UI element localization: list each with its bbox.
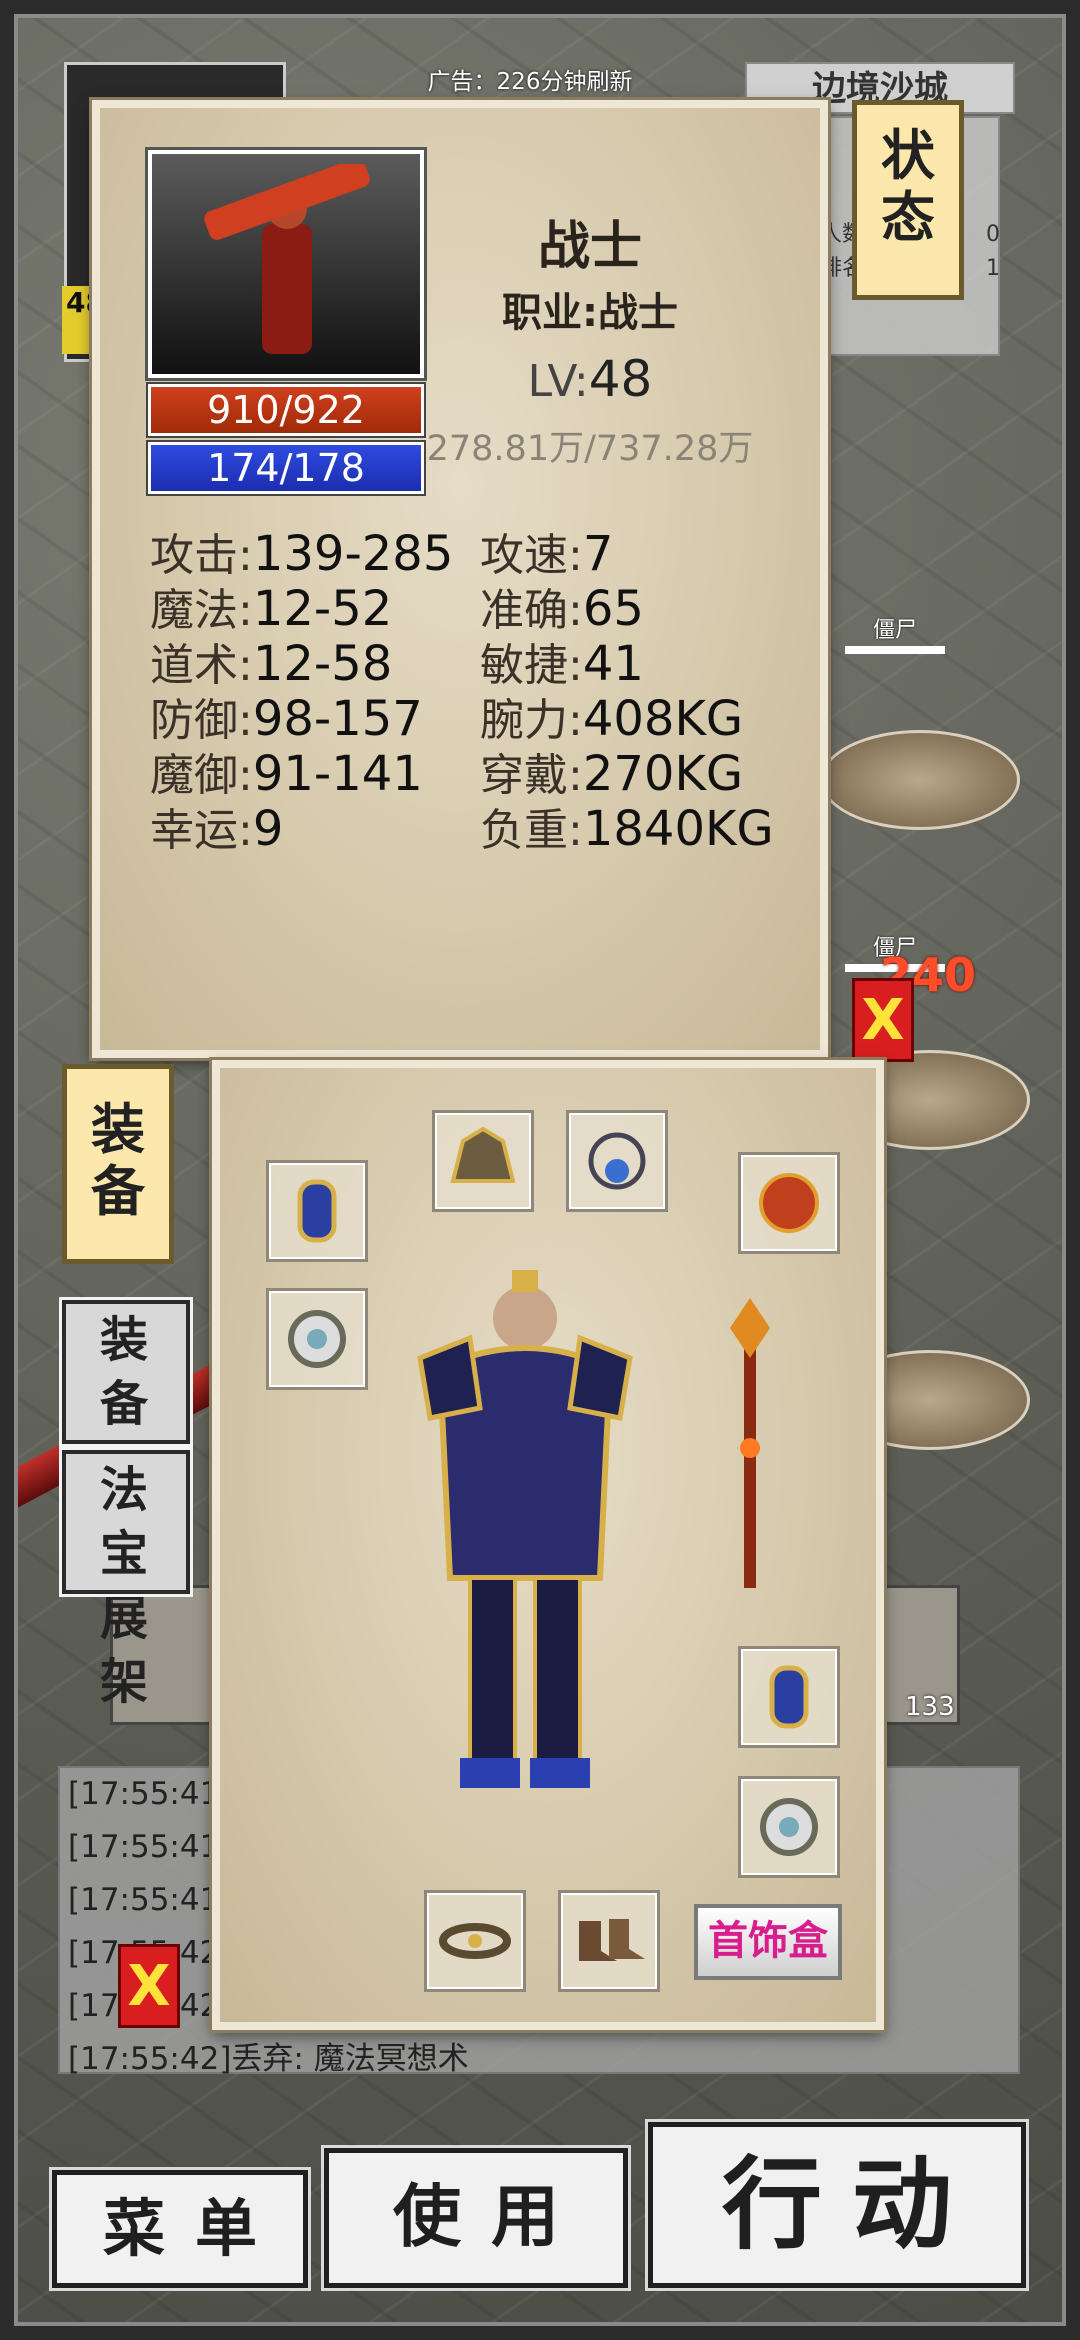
equip-slot-necklace[interactable]: [566, 1110, 668, 1212]
stat-carry-weight: 负重:1840KG: [480, 801, 774, 857]
item-quantity: 133: [905, 1692, 955, 1722]
stat-magic-defense: 魔御:91-141: [150, 746, 423, 802]
equip-slot-belt[interactable]: [424, 1890, 526, 1992]
necklace-icon: [588, 1132, 646, 1190]
equipment-panel: 首饰盒: [212, 1060, 884, 2030]
jewel-box-button[interactable]: 首饰盒: [694, 1904, 842, 1980]
use-button[interactable]: 使用: [321, 2145, 631, 2291]
stat-magic: 魔法:12-52: [150, 581, 393, 637]
stat-accuracy: 准确:65: [480, 581, 644, 637]
stat-wrist-strength: 腕力:408KG: [480, 691, 744, 747]
stat-agility: 敏捷:41: [480, 636, 644, 692]
tab-status[interactable]: 状态: [852, 100, 964, 300]
ring-icon: [288, 1310, 346, 1368]
stat-taoism: 道术:12-58: [150, 636, 393, 692]
stat-attack-speed: 攻速:7: [480, 526, 614, 582]
bracelet-icon: [769, 1665, 809, 1729]
close-icon[interactable]: X: [852, 978, 914, 1062]
treasure-showcase-button[interactable]: 法宝展架: [59, 1447, 193, 1710]
equip-slot-helmet[interactable]: [432, 1110, 534, 1212]
warrior-portrait-icon: [204, 164, 370, 354]
ad-refresh-text: 广告：226分钟刷新: [427, 69, 633, 95]
medal-icon: [759, 1173, 819, 1233]
equip-slot-bracelet-right[interactable]: [738, 1646, 840, 1748]
equip-slot-boots[interactable]: [558, 1890, 660, 1992]
bracelet-icon: [297, 1179, 337, 1243]
mob-corpse[interactable]: [820, 730, 1020, 830]
weapon-icon[interactable]: [720, 1298, 780, 1598]
character-portrait: [145, 147, 427, 381]
equip-slot-medal[interactable]: [738, 1152, 840, 1254]
log-line: [17:55:42]丢弃: 魔法冥想术: [68, 2041, 469, 2077]
equip-slot-bracelet-left[interactable]: [266, 1160, 368, 1262]
action-button[interactable]: 行动: [645, 2119, 1029, 2291]
stats-grid: 攻击:139-285 攻速:7 魔法:12-52 准确:65 道术:12-58 …: [150, 526, 810, 857]
helmet-icon: [450, 1126, 516, 1183]
tab-equipment[interactable]: 装备: [62, 1064, 174, 1264]
equip-slot-ring-left[interactable]: [266, 1288, 368, 1390]
close-icon[interactable]: X: [118, 1944, 180, 2028]
stat-defense: 防御:98-157: [150, 691, 423, 747]
character-level: LV:48: [527, 350, 653, 408]
equipment-showcase-button[interactable]: 装备展架: [59, 1297, 193, 1560]
belt-icon: [439, 1923, 511, 1959]
stat-attack: 攻击:139-285: [150, 526, 454, 582]
character-job: 职业:战士: [502, 290, 678, 336]
character-name: 战士: [537, 217, 642, 277]
hp-bar: 910/922: [146, 382, 426, 438]
character-exp: 278.81万/737.28万: [426, 429, 754, 469]
mp-bar: 174/178: [146, 440, 426, 496]
mob-name-label: 僵尸: [845, 612, 945, 654]
equip-slot-ring-right[interactable]: [738, 1776, 840, 1878]
ring-icon: [760, 1798, 818, 1856]
boots-icon: [579, 1919, 645, 1961]
stat-luck: 幸运:9: [150, 801, 284, 857]
status-panel: 910/922 174/178 战士 职业:战士 LV:48 278.81万/7…: [92, 100, 828, 1058]
stat-wear-weight: 穿戴:270KG: [480, 746, 744, 802]
character-equipped-figure-icon: [417, 1270, 633, 1788]
menu-button[interactable]: 菜单: [49, 2167, 311, 2291]
